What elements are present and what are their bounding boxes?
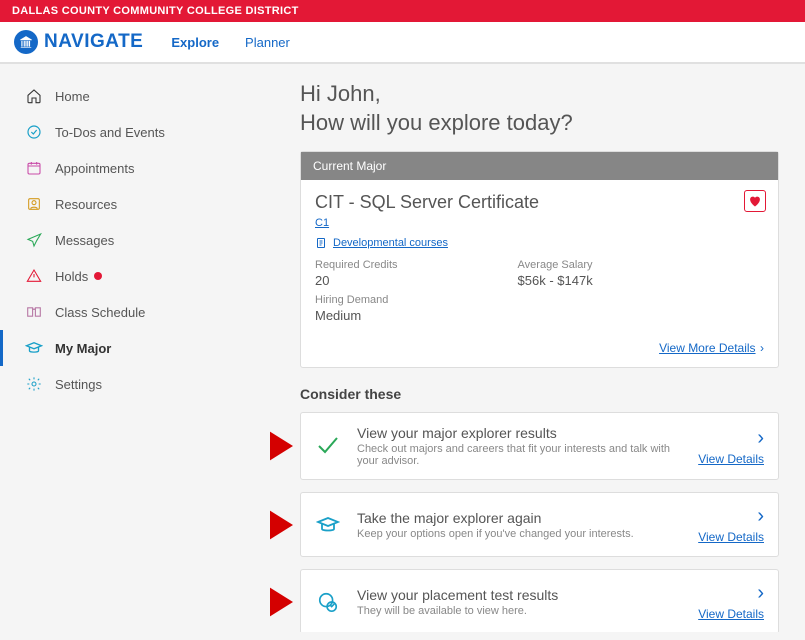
gear-icon xyxy=(25,375,43,393)
greeting: Hi John, How will you explore today? xyxy=(300,80,779,137)
consider-header: Consider these xyxy=(300,386,779,402)
sidebar-item-settings[interactable]: Settings xyxy=(0,366,270,402)
calendar-icon xyxy=(25,159,43,177)
sidebar-item-label: My Major xyxy=(55,341,111,356)
sidebar-item-label: Holds xyxy=(55,269,88,284)
nav-explore[interactable]: Explore xyxy=(171,35,219,50)
sidebar: Home To-Dos and Events Appointments Reso… xyxy=(0,64,270,632)
sidebar-item-messages[interactable]: Messages xyxy=(0,222,270,258)
greeting-line2: How will you explore today? xyxy=(300,109,779,138)
sidebar-item-label: Settings xyxy=(55,377,102,392)
sidebar-item-schedule[interactable]: Class Schedule xyxy=(0,294,270,330)
alert-icon xyxy=(25,267,43,285)
sidebar-item-label: Messages xyxy=(55,233,114,248)
sidebar-item-label: Class Schedule xyxy=(55,305,145,320)
card-header: Current Major xyxy=(301,152,778,180)
sidebar-item-appointments[interactable]: Appointments xyxy=(0,150,270,186)
graduation-icon xyxy=(315,512,341,538)
favorite-button[interactable] xyxy=(744,190,766,212)
view-details-link[interactable]: View Details xyxy=(698,607,764,621)
chevron-right-icon: › xyxy=(757,505,764,528)
required-credits: 20 xyxy=(315,273,398,288)
option-explorer-results[interactable]: View your major explorer results Check o… xyxy=(300,412,779,480)
annotation-arrow xyxy=(270,508,293,542)
avg-salary-label: Average Salary xyxy=(518,259,593,271)
option-subtitle: Keep your options open if you've changed… xyxy=(357,528,682,540)
annotation-arrow xyxy=(270,429,293,463)
sidebar-item-label: Home xyxy=(55,89,90,104)
graduation-icon xyxy=(25,339,43,357)
option-subtitle: Check out majors and careers that fit yo… xyxy=(357,443,682,467)
sidebar-item-label: Appointments xyxy=(55,161,135,176)
brand-logo[interactable]: NAVIGATE xyxy=(14,30,143,54)
nav-planner[interactable]: Planner xyxy=(245,35,290,50)
option-title: View your placement test results xyxy=(357,587,682,603)
hiring-demand: Medium xyxy=(315,308,398,323)
chevron-right-icon: › xyxy=(760,341,764,355)
sidebar-item-label: Resources xyxy=(55,197,117,212)
dev-courses-link[interactable]: Developmental courses xyxy=(333,237,448,249)
view-details-link[interactable]: View Details xyxy=(698,452,764,466)
brand-icon xyxy=(14,30,38,54)
sidebar-item-resources[interactable]: Resources xyxy=(0,186,270,222)
sidebar-item-todos[interactable]: To-Dos and Events xyxy=(0,114,270,150)
sidebar-item-holds[interactable]: Holds xyxy=(0,258,270,294)
view-details-link[interactable]: View Details xyxy=(698,530,764,544)
option-placement-results[interactable]: View your placement test results They wi… xyxy=(300,569,779,632)
option-title: Take the major explorer again xyxy=(357,510,682,526)
org-banner: DALLAS COUNTY COMMUNITY COLLEGE DISTRICT xyxy=(0,0,805,22)
notification-dot xyxy=(94,272,102,280)
sidebar-item-label: To-Dos and Events xyxy=(55,125,165,140)
greeting-line1: Hi John, xyxy=(300,80,779,109)
hiring-demand-label: Hiring Demand xyxy=(315,294,398,306)
option-take-explorer-again[interactable]: Take the major explorer again Keep your … xyxy=(300,492,779,557)
schedule-icon xyxy=(25,303,43,321)
chevron-right-icon: › xyxy=(757,582,764,605)
clipboard-icon xyxy=(315,237,327,249)
home-icon xyxy=(25,87,43,105)
todo-icon xyxy=(25,123,43,141)
required-credits-label: Required Credits xyxy=(315,259,398,271)
brand-text: NAVIGATE xyxy=(44,31,143,53)
sidebar-item-home[interactable]: Home xyxy=(0,78,270,114)
annotation-arrow xyxy=(270,585,293,619)
chevron-right-icon: › xyxy=(757,427,764,450)
resources-icon xyxy=(25,195,43,213)
current-major-card: Current Major CIT - SQL Server Certifica… xyxy=(300,151,779,368)
check-icon xyxy=(315,433,341,459)
campus-link[interactable]: C1 xyxy=(315,217,329,229)
option-title: View your major explorer results xyxy=(357,425,682,441)
message-icon xyxy=(25,231,43,249)
option-subtitle: They will be available to view here. xyxy=(357,605,682,617)
navbar: NAVIGATE Explore Planner xyxy=(0,22,805,64)
sidebar-item-my-major[interactable]: My Major xyxy=(0,330,270,366)
main-content: Hi John, How will you explore today? Cur… xyxy=(270,64,805,632)
test-icon xyxy=(315,589,341,615)
major-title: CIT - SQL Server Certificate xyxy=(315,192,764,213)
view-more-details-link[interactable]: View More Details xyxy=(659,341,755,355)
avg-salary: $56k - $147k xyxy=(518,273,593,288)
heart-icon xyxy=(748,195,762,207)
